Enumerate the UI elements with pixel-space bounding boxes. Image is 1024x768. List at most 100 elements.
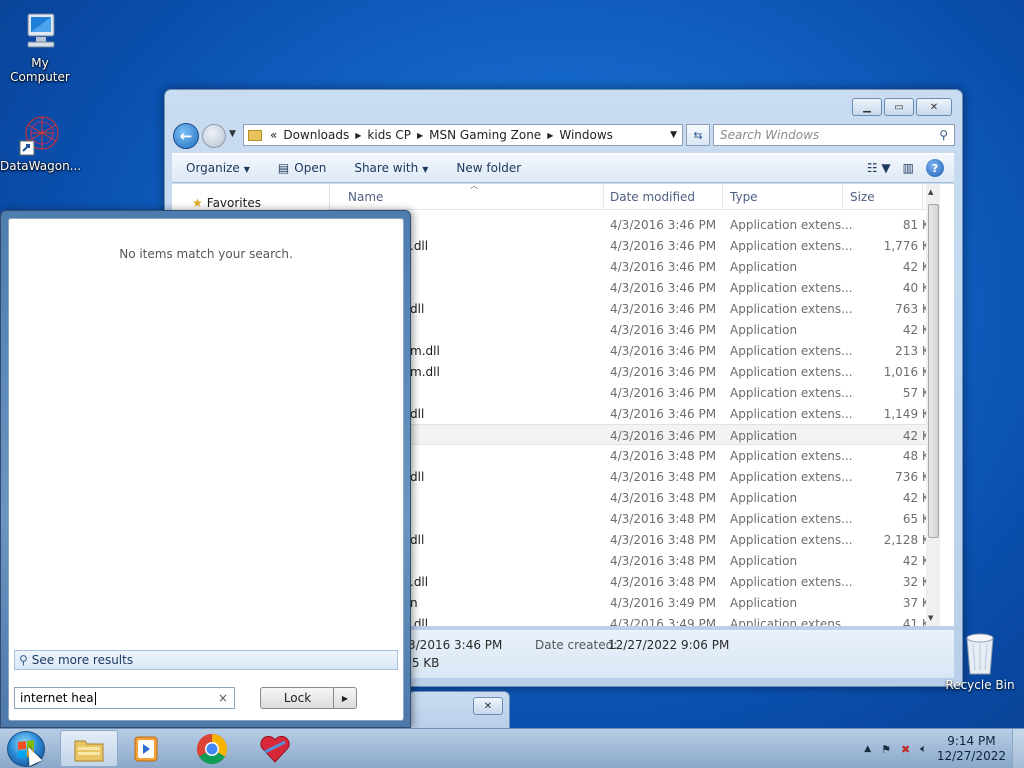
desktop-icon-recycle-bin[interactable]: Recycle Bin (942, 630, 1018, 692)
table-row[interactable]: m.dll 4/3/2016 3:46 PM Application extens.… (330, 340, 940, 361)
share-with-button[interactable]: Share with ▼ (340, 161, 442, 175)
table-row[interactable]: 4/3/2016 3:46 PM Application extens... 81 … (330, 214, 940, 235)
recent-pages-dropdown-icon[interactable]: ▼ (229, 129, 236, 139)
table-row[interactable]: 4/3/2016 3:46 PM Application extens... 57 … (330, 382, 940, 403)
share-with-label: Share with (354, 161, 419, 175)
table-row[interactable]: 4/3/2016 3:46 PM Application 42 KB (330, 319, 940, 340)
search-icon: ⚲ (19, 653, 28, 667)
breadcrumb-downloads[interactable]: Downloads (283, 128, 349, 142)
table-row[interactable]: dll 4/3/2016 3:46 PM Application extens...… (330, 403, 940, 424)
clock[interactable]: 9:14 PM 12/27/2022 (937, 734, 1006, 764)
breadcrumb-windows[interactable]: Windows (559, 128, 613, 142)
no-results-message: No items match your search. (119, 247, 293, 261)
scrollbar-thumb[interactable] (928, 204, 939, 538)
organize-button[interactable]: Organize ▼ (172, 161, 264, 175)
type-cell: Application (730, 323, 798, 337)
open-button[interactable]: ▤ Open (264, 161, 340, 175)
desktop-icon-datawagon[interactable]: DataWagon... (0, 113, 81, 173)
details-size-value: .5 KB (408, 656, 440, 670)
date-modified-cell: 4/3/2016 3:46 PM (610, 281, 717, 295)
type-cell: Application (730, 491, 798, 505)
show-hidden-icons-icon[interactable]: ▲ (864, 744, 871, 754)
back-button[interactable]: ← (173, 123, 199, 149)
chrome-icon (196, 733, 228, 764)
lock-button[interactable]: Lock (260, 687, 335, 709)
open-icon: ▤ (277, 161, 290, 175)
windows-explorer-icon (74, 740, 104, 761)
breadcrumb-separator-icon[interactable]: ▶ (547, 131, 553, 140)
breadcrumb-separator-icon[interactable]: ▶ (355, 131, 361, 140)
column-header-name[interactable]: Name (348, 190, 383, 204)
nav-item-favorites[interactable]: ★ Favorites (192, 196, 261, 210)
file-name-cell: dll (410, 470, 425, 484)
volume-icon[interactable]: 🔈︎ (920, 742, 927, 756)
type-cell: Application extens... (730, 449, 853, 463)
new-folder-button[interactable]: New folder (442, 161, 535, 175)
chevron-right-icon: ▶ (341, 693, 349, 703)
table-row[interactable]: m.dll 4/3/2016 3:46 PM Application extens.… (330, 361, 940, 382)
table-row[interactable]: dll 4/3/2016 3:48 PM Application extens...… (330, 466, 940, 487)
minimized-window-frame[interactable]: ✕ (408, 691, 510, 729)
taskbar-app-media-player[interactable] (118, 730, 176, 767)
search-icon[interactable]: ⚲ (939, 128, 948, 142)
table-row[interactable]: n 4/3/2016 3:49 PM Application 37 KB (330, 592, 940, 613)
column-header-date[interactable]: Date modified (610, 190, 695, 204)
close-button[interactable]: ✕ (473, 697, 503, 715)
table-row[interactable]: .dll 4/3/2016 3:49 PM Application extens..… (330, 613, 940, 626)
recycle-bin-icon (966, 633, 994, 675)
table-row[interactable]: .dll 4/3/2016 3:48 PM Application extens..… (330, 571, 940, 592)
file-list: Name ︿ Date modified Type Size 4/3/2016 … (330, 184, 940, 626)
start-search-input[interactable]: internet hea × (14, 687, 235, 709)
show-desktop-button[interactable] (1012, 729, 1024, 768)
table-row[interactable]: 4/3/2016 3:48 PM Application extens... 48 … (330, 445, 940, 466)
close-button[interactable]: ✕ (916, 98, 952, 116)
address-overflow[interactable]: « (270, 128, 277, 142)
table-row[interactable]: .dll 4/3/2016 3:46 PM Application extens..… (330, 235, 940, 256)
forward-button[interactable] (202, 124, 226, 148)
sort-indicator-icon: ︿ (470, 184, 478, 190)
recycle-bin-label: Recycle Bin (945, 678, 1015, 692)
desktop-icon-my-computer[interactable]: My Computer (0, 10, 80, 84)
shutdown-options-button[interactable]: ▶ (333, 687, 357, 709)
scroll-up-icon[interactable]: ▲ (928, 188, 933, 196)
maximize-button[interactable]: ▭ (884, 98, 914, 116)
type-cell: Application extens... (730, 344, 853, 358)
view-options-icon[interactable]: ☷ ▼ (867, 161, 891, 175)
vertical-scrollbar[interactable]: ▲ ▼ (926, 184, 940, 626)
preview-pane-icon[interactable]: ▥ (903, 161, 914, 175)
date-modified-cell: 4/3/2016 3:49 PM (610, 596, 717, 610)
lock-label: Lock (283, 691, 312, 705)
table-row[interactable]: 4/3/2016 3:46 PM Application 42 KB (330, 256, 940, 277)
breadcrumb-separator-icon[interactable]: ▶ (417, 131, 423, 140)
network-disconnected-icon[interactable]: ✖ (901, 743, 910, 756)
table-row[interactable]: 4/3/2016 3:46 PM Application 42 KB (330, 424, 940, 445)
address-dropdown-icon[interactable]: ▼ (670, 130, 677, 140)
minimize-button[interactable]: ▁ (852, 98, 882, 116)
table-row[interactable]: dll 4/3/2016 3:48 PM Application extens...… (330, 529, 940, 550)
type-cell: Application extens... (730, 386, 853, 400)
type-cell: Application (730, 429, 798, 443)
address-bar[interactable]: « Downloads ▶ kids CP ▶ MSN Gaming Zone … (243, 124, 683, 146)
help-icon[interactable]: ? (926, 159, 944, 177)
taskbar-app-chrome[interactable] (183, 730, 241, 767)
clear-search-icon[interactable]: × (218, 691, 228, 705)
breadcrumb-kids-cp[interactable]: kids CP (367, 128, 411, 142)
breadcrumb-msn-gaming-zone[interactable]: MSN Gaming Zone (429, 128, 541, 142)
search-input[interactable]: Search Windows ⚲ (713, 124, 955, 146)
table-row[interactable]: dll 4/3/2016 3:46 PM Application extens...… (330, 298, 940, 319)
taskbar-app-windows-explorer[interactable] (60, 730, 118, 767)
date-modified-cell: 4/3/2016 3:48 PM (610, 470, 717, 484)
action-center-flag-icon[interactable]: ⚑ (881, 743, 891, 756)
see-more-results-link[interactable]: ⚲ See more results (14, 650, 398, 670)
scroll-down-icon[interactable]: ▼ (928, 614, 933, 622)
column-header-type[interactable]: Type (730, 190, 758, 204)
table-row[interactable]: 4/3/2016 3:48 PM Application 42 KB (330, 487, 940, 508)
table-row[interactable]: 4/3/2016 3:48 PM Application 42 KB (330, 550, 940, 571)
date-modified-cell: 4/3/2016 3:46 PM (610, 218, 717, 232)
column-header-size[interactable]: Size (850, 190, 875, 204)
refresh-button[interactable]: ⇆ (686, 124, 710, 146)
table-row[interactable]: 4/3/2016 3:46 PM Application extens... 40 … (330, 277, 940, 298)
desktop-icon-label: My Computer (10, 56, 70, 84)
taskbar-app-heart[interactable] (246, 730, 304, 767)
table-row[interactable]: 4/3/2016 3:48 PM Application extens... 65 … (330, 508, 940, 529)
